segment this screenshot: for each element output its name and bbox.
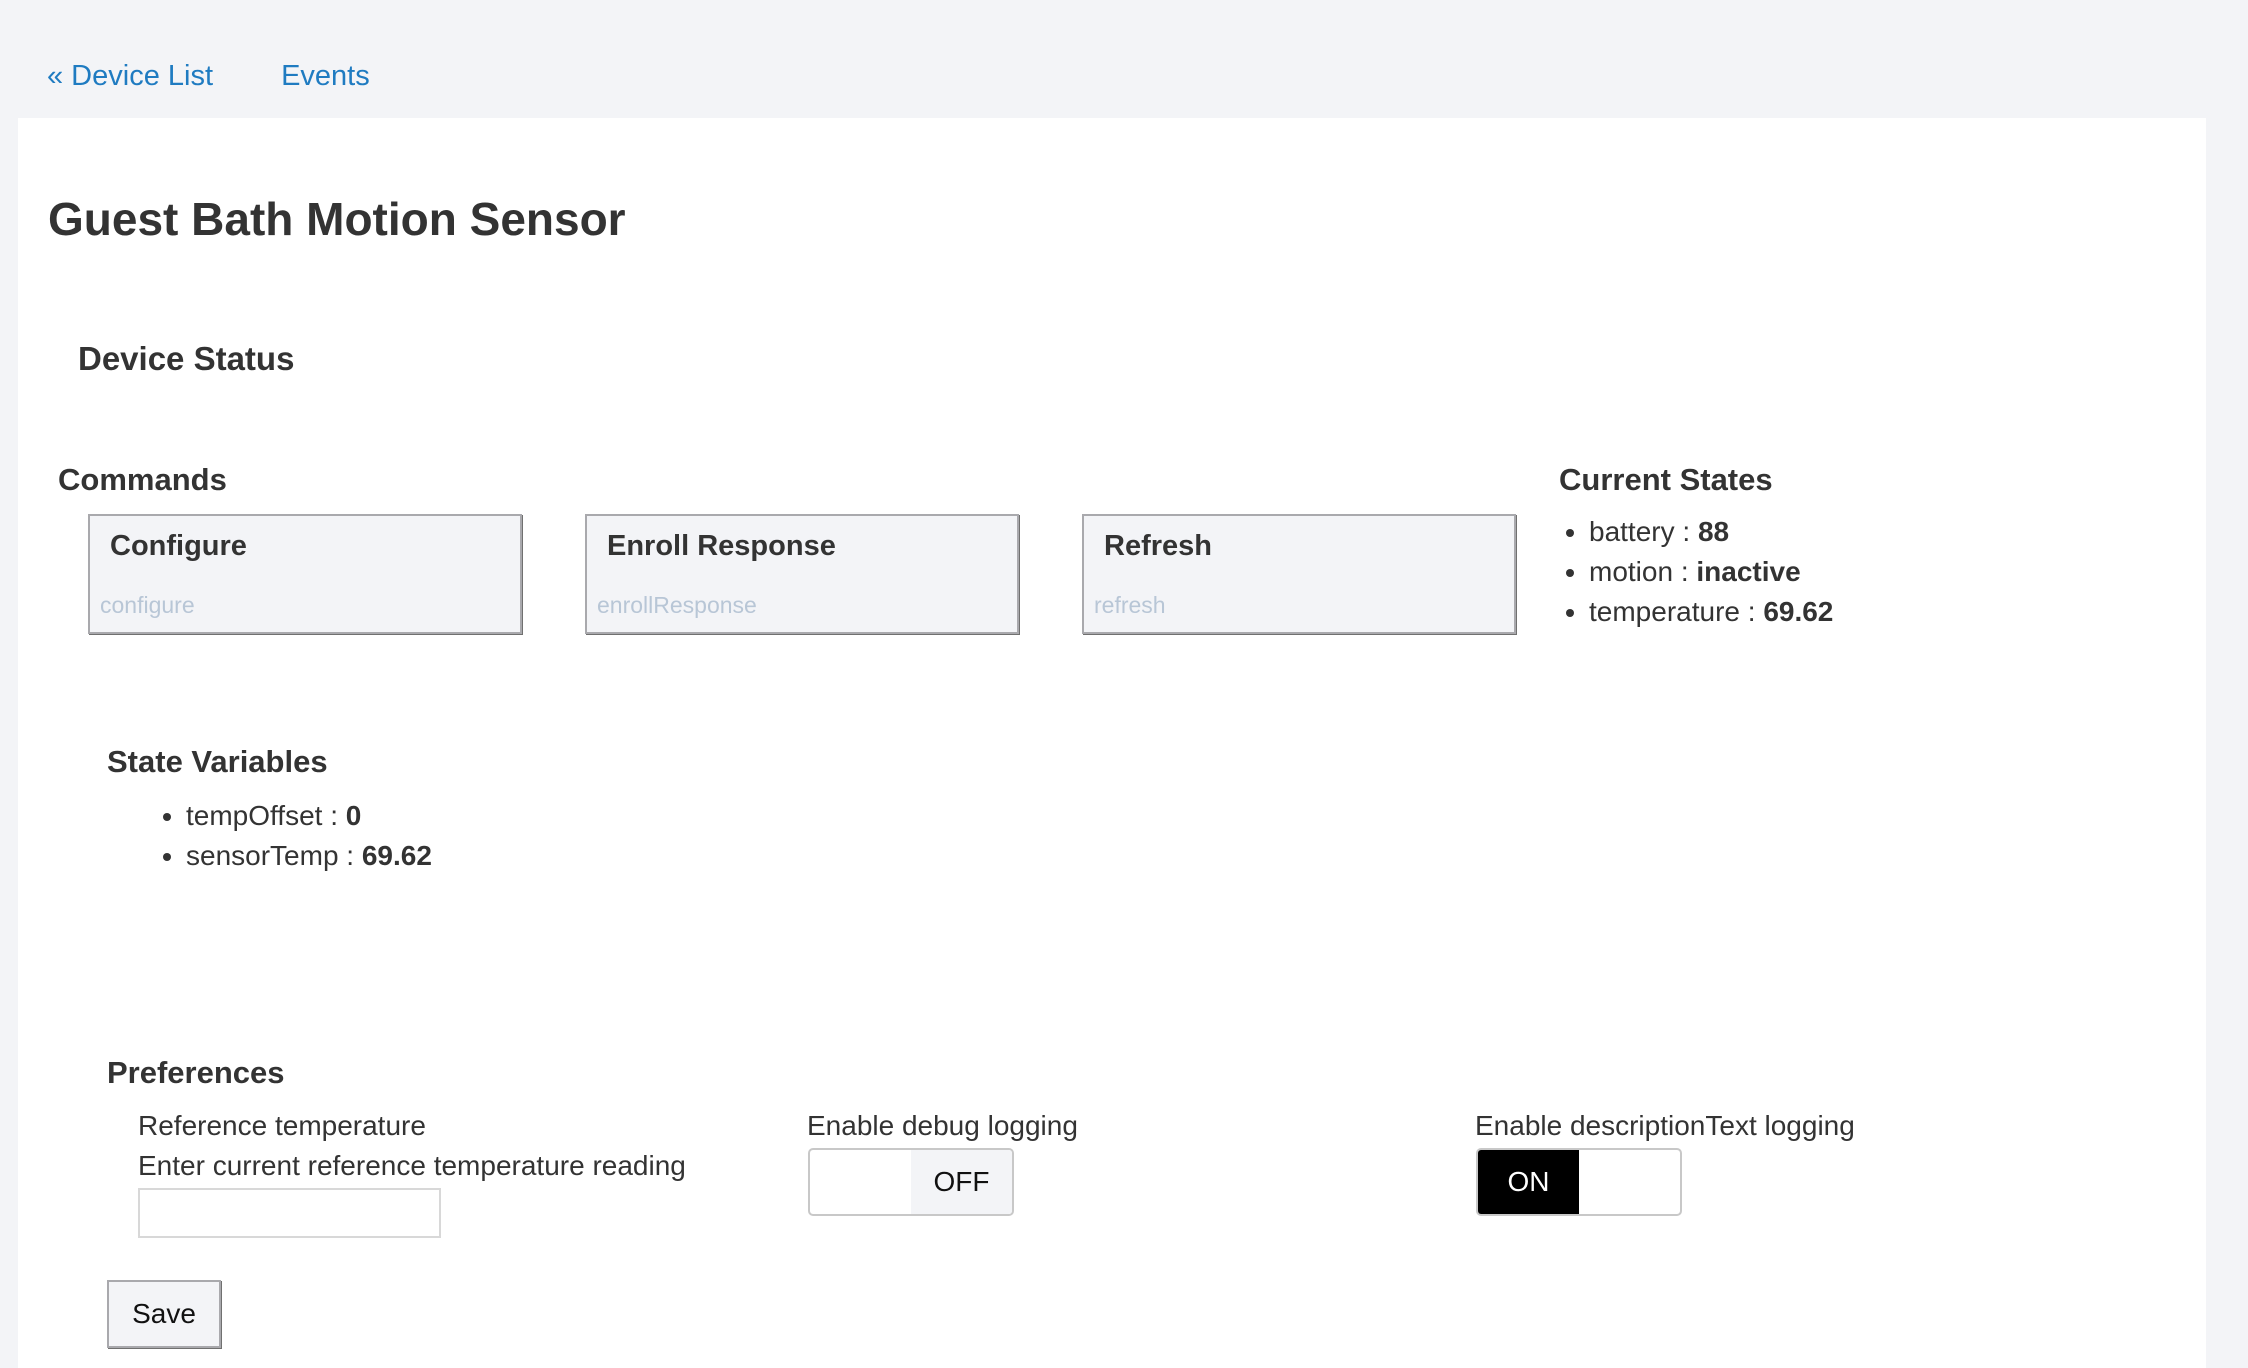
save-button[interactable]: Save: [107, 1280, 221, 1348]
state-value: 69.62: [1763, 596, 1834, 627]
debug-logging-toggle[interactable]: OFF: [808, 1148, 1014, 1216]
variable-value: 69.62: [361, 840, 432, 871]
ref-temp-input[interactable]: [138, 1188, 441, 1238]
ref-temp-label: Reference temperature: [138, 1110, 426, 1141]
current-states-heading: Current States: [1559, 462, 1773, 497]
commands-heading: Commands: [58, 462, 227, 497]
command-name: enrollResponse: [597, 592, 757, 618]
device-list-link[interactable]: « Device List: [47, 60, 213, 92]
list-item: sensorTemp : 69.62: [186, 836, 432, 876]
state-key: temperature: [1589, 596, 1740, 627]
ref-temp-description: Enter current reference temperature read…: [138, 1150, 686, 1181]
command-name: refresh: [1094, 592, 1166, 618]
preferences-heading: Preferences: [107, 1055, 285, 1090]
top-nav: « Device List Events: [47, 60, 430, 100]
page-title: Guest Bath Motion Sensor: [48, 193, 626, 245]
list-item: motion : inactive: [1589, 552, 1833, 592]
command-label: Refresh: [1104, 530, 1212, 562]
current-states-list: battery : 88 motion : inactive temperatu…: [1559, 512, 1833, 632]
variable-key: tempOffset: [186, 800, 323, 831]
command-name: configure: [100, 592, 195, 618]
device-panel: Guest Bath Motion Sensor Device Status C…: [18, 118, 2206, 1368]
description-logging-toggle[interactable]: ON: [1476, 1148, 1682, 1216]
enroll-response-command-button[interactable]: Enroll Response enrollResponse: [585, 514, 1019, 634]
toggle-on-side: ON: [1478, 1150, 1579, 1214]
toggle-off-side: [1579, 1150, 1680, 1214]
state-variables-heading: State Variables: [107, 744, 328, 779]
state-key: motion: [1589, 556, 1674, 587]
command-label: Configure: [110, 530, 247, 562]
list-item: tempOffset : 0: [186, 796, 432, 836]
toggle-off-side: OFF: [911, 1150, 1012, 1214]
events-link[interactable]: Events: [281, 60, 370, 92]
command-label: Enroll Response: [607, 530, 836, 562]
variable-value: 0: [345, 800, 362, 831]
toggle-on-side: [810, 1150, 911, 1214]
refresh-command-button[interactable]: Refresh refresh: [1082, 514, 1516, 634]
state-key: battery: [1589, 516, 1675, 547]
state-value: 88: [1697, 516, 1730, 547]
debug-logging-label: Enable debug logging: [807, 1110, 1078, 1141]
configure-command-button[interactable]: Configure configure: [88, 514, 522, 634]
state-variables-list: tempOffset : 0 sensorTemp : 69.62: [156, 796, 432, 876]
variable-key: sensorTemp: [186, 840, 339, 871]
state-value: inactive: [1696, 556, 1801, 587]
description-logging-label: Enable descriptionText logging: [1475, 1110, 1855, 1141]
device-status-heading: Device Status: [78, 340, 295, 377]
list-item: battery : 88: [1589, 512, 1833, 552]
list-item: temperature : 69.62: [1589, 592, 1833, 632]
